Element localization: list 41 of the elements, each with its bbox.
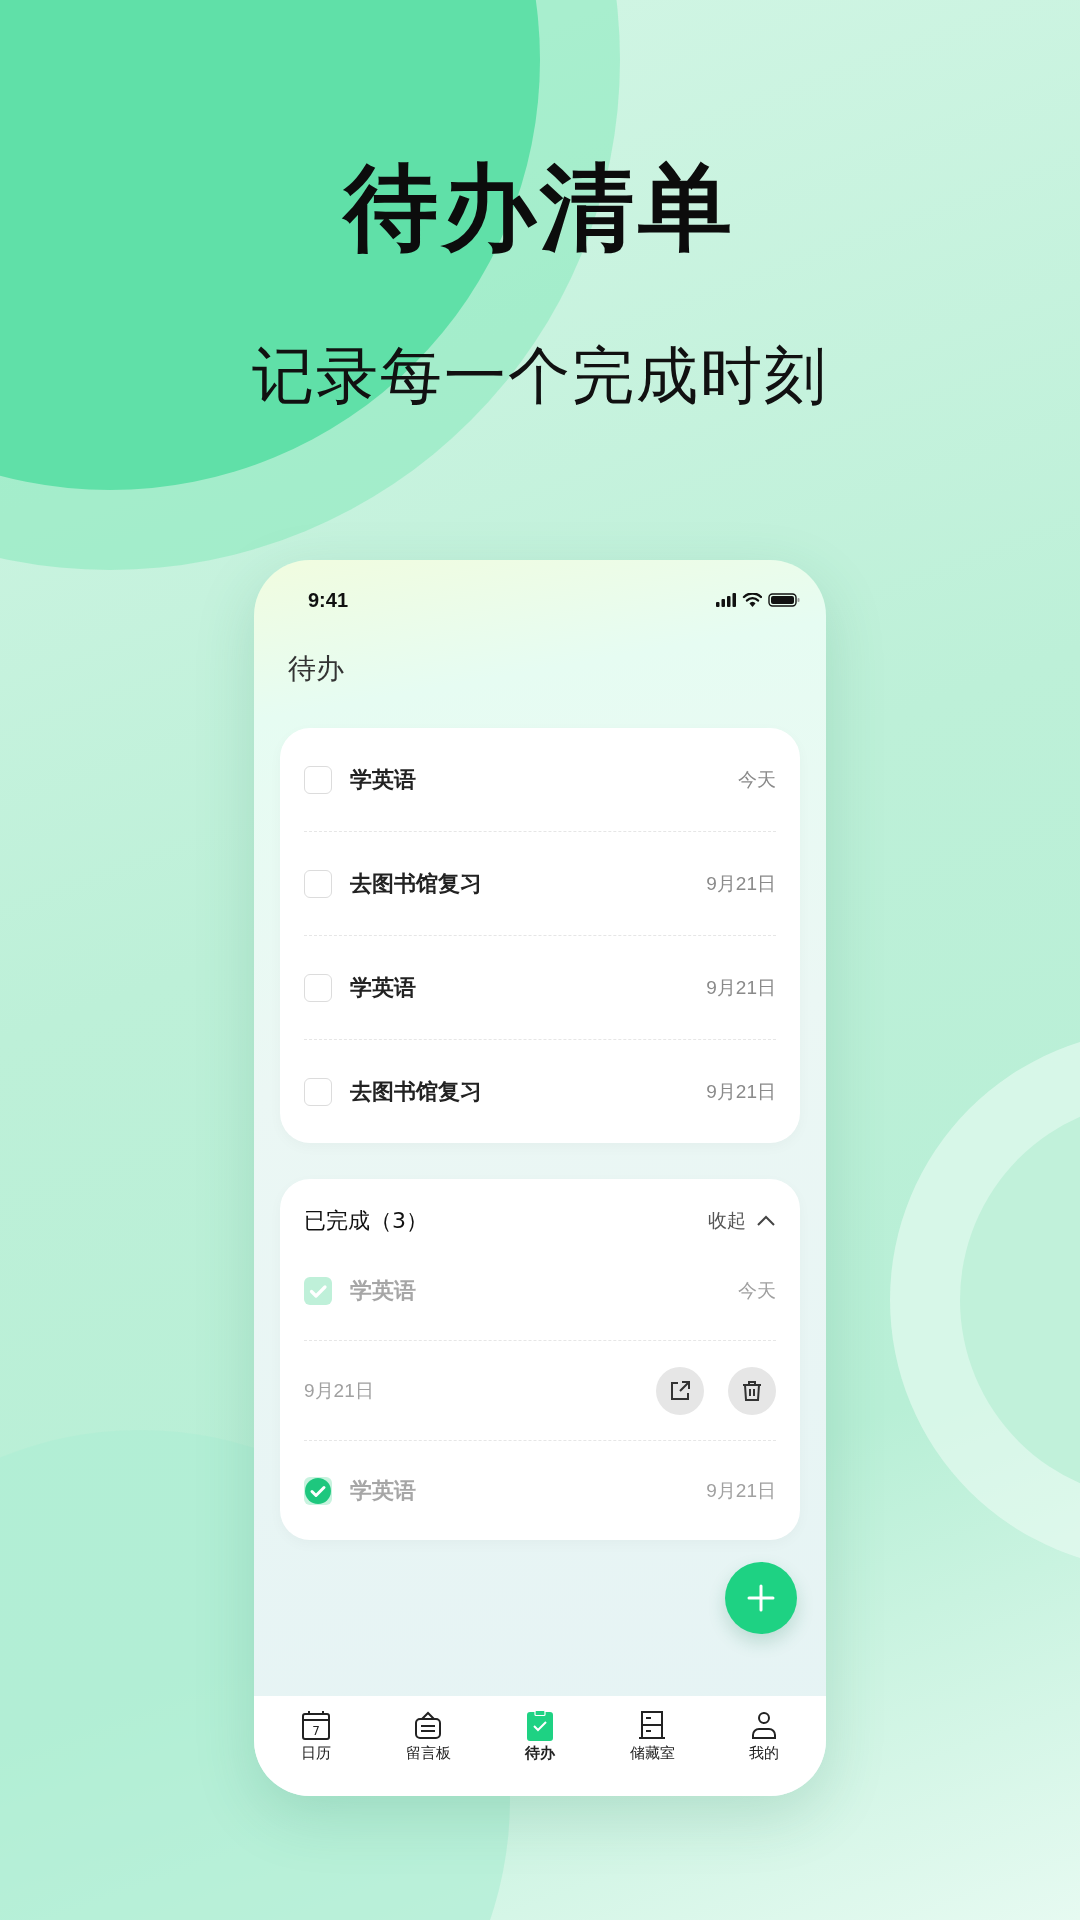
- chevron-icon: [756, 1215, 776, 1227]
- checked-icon[interactable]: [304, 1476, 332, 1505]
- tab-item[interactable]: 储藏室: [607, 1708, 697, 1763]
- calendar-day: 7: [312, 1724, 320, 1738]
- subtitle: 记录每一个完成时刻: [252, 338, 828, 414]
- section-title: 已完成（3）: [304, 1207, 428, 1235]
- plus-icon: [746, 1583, 776, 1613]
- signal-icon: [716, 593, 736, 607]
- add-button[interactable]: [725, 1562, 797, 1634]
- battery-icon: [768, 593, 800, 607]
- collapse-button[interactable]: 收起: [708, 1208, 776, 1234]
- todo-date: 9月21日: [706, 975, 776, 1000]
- todo-date: 今天: [738, 1278, 776, 1303]
- trash-icon: [740, 1378, 764, 1403]
- todo-date: 9月21日: [706, 1079, 776, 1104]
- todo-date: 9月21日: [706, 871, 776, 896]
- todo-date: 9月21日: [304, 1378, 374, 1403]
- delete-button[interactable]: [728, 1366, 776, 1415]
- tab-item[interactable]: 我的: [719, 1708, 809, 1763]
- status-time: 9:41: [308, 588, 349, 612]
- tab-item[interactable]: 留言板: [383, 1708, 473, 1763]
- wifi-icon: [742, 593, 762, 607]
- checked-icon[interactable]: [304, 1276, 332, 1305]
- todo-title: 学英语: [350, 1276, 417, 1305]
- checkbox[interactable]: [304, 765, 332, 794]
- todo-title: 去图书馆复习: [350, 869, 483, 898]
- checkbox[interactable]: [304, 1077, 332, 1106]
- todo-title: 学英语: [350, 973, 417, 1002]
- todo-date: 今天: [738, 767, 776, 792]
- share-icon: [668, 1378, 692, 1403]
- tab-item[interactable]: 待办: [495, 1708, 585, 1763]
- todo-title: 去图书馆复习: [350, 1077, 483, 1106]
- headline: 待办清单: [344, 152, 736, 264]
- checkbox[interactable]: [304, 973, 332, 1002]
- share-button[interactable]: [656, 1366, 704, 1415]
- page-title: 待办: [287, 651, 345, 687]
- tab-item[interactable]: 7 日历: [271, 1708, 361, 1763]
- checkbox[interactable]: [304, 869, 332, 898]
- todo-title: 学英语: [350, 765, 417, 794]
- todo-title: 学英语: [350, 1476, 417, 1505]
- todo-date: 9月21日: [706, 1478, 776, 1503]
